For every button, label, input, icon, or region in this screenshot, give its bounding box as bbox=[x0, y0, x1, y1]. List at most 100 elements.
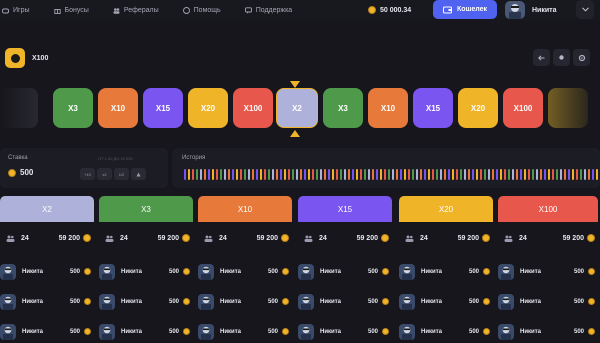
history-result bbox=[592, 169, 594, 180]
history-result bbox=[252, 169, 254, 180]
balance-display: 50 000.34 bbox=[368, 0, 411, 20]
users-icon bbox=[405, 235, 414, 242]
bet-amount: 500 bbox=[573, 298, 584, 305]
sound-button[interactable] bbox=[553, 49, 570, 66]
reel-tile: X10 bbox=[98, 88, 138, 128]
player-count: 24 bbox=[420, 234, 428, 242]
total-bet: 59 200 bbox=[157, 234, 179, 242]
user-profile[interactable]: Никита bbox=[505, 0, 557, 20]
bet-amount: 500 bbox=[367, 268, 378, 275]
place-bet-button[interactable]: X3 bbox=[99, 196, 193, 222]
place-bet-button[interactable]: X10 bbox=[198, 196, 292, 222]
column-stats: 24 59 200 bbox=[298, 227, 392, 249]
avatar bbox=[298, 323, 314, 340]
history-result bbox=[288, 169, 290, 180]
player-count: 24 bbox=[319, 234, 327, 242]
coin-icon bbox=[382, 298, 389, 305]
bet-row: Никита 500 bbox=[498, 290, 598, 313]
gear-icon bbox=[578, 54, 585, 61]
history-result bbox=[408, 169, 410, 180]
coin-icon bbox=[183, 328, 190, 335]
history-result bbox=[524, 169, 526, 180]
bet-amount: 500 bbox=[367, 298, 378, 305]
bet-range-hint: ОТ 1.00 ДО 20 000 bbox=[98, 156, 133, 161]
history-result bbox=[472, 169, 474, 180]
history-result bbox=[244, 169, 246, 180]
nav-item-1[interactable]: Бонусы bbox=[53, 7, 89, 14]
history-result bbox=[464, 169, 466, 180]
history-result bbox=[560, 169, 562, 180]
nav-item-0[interactable]: Игры bbox=[2, 7, 30, 14]
place-bet-button[interactable]: X100 bbox=[498, 196, 598, 222]
users-icon bbox=[105, 235, 114, 242]
history-result bbox=[348, 169, 350, 180]
coin-icon bbox=[83, 234, 91, 242]
history-result bbox=[512, 169, 514, 180]
player-count: 24 bbox=[519, 234, 527, 242]
history-result bbox=[312, 169, 314, 180]
avatar bbox=[505, 1, 525, 19]
nav-item-4[interactable]: Поддержка bbox=[244, 7, 292, 14]
settings-button[interactable] bbox=[573, 49, 590, 66]
nav-item-2[interactable]: Рефералы bbox=[113, 7, 159, 14]
bet-column-x20: X20 24 59 200 Никита 500 Никита 500 Никита 500 bbox=[399, 196, 493, 343]
coin-icon bbox=[84, 268, 91, 275]
history-result bbox=[272, 169, 274, 180]
bet-row: Никита 500 bbox=[198, 290, 292, 313]
nav-item-label: Рефералы bbox=[123, 6, 159, 14]
history-result bbox=[564, 169, 566, 180]
coin-icon bbox=[588, 328, 595, 335]
users-icon bbox=[504, 235, 513, 242]
coin-icon bbox=[282, 328, 289, 335]
coin-icon bbox=[483, 268, 490, 275]
user-menu-toggle[interactable] bbox=[576, 0, 594, 19]
column-stats: 24 59 200 bbox=[99, 227, 193, 249]
history-result bbox=[488, 169, 490, 180]
history-result bbox=[404, 169, 406, 180]
bet-amount: 500 bbox=[468, 298, 479, 305]
history-result bbox=[528, 169, 530, 180]
history-result bbox=[452, 169, 454, 180]
history-result bbox=[504, 169, 506, 180]
history-result bbox=[376, 169, 378, 180]
place-bet-button[interactable]: X20 bbox=[399, 196, 493, 222]
history-result bbox=[480, 169, 482, 180]
bet-input[interactable]: 500 bbox=[8, 168, 33, 177]
bet-row: Никита 500 bbox=[399, 260, 493, 283]
column-stats: 24 59 200 bbox=[0, 227, 94, 249]
avatar bbox=[99, 263, 115, 280]
username: Никита bbox=[532, 6, 557, 14]
wallet-button[interactable]: Кошелек bbox=[433, 0, 497, 19]
users-icon bbox=[304, 235, 313, 242]
bet-row: Никита 500 bbox=[498, 320, 598, 343]
avatar bbox=[0, 263, 16, 280]
bet-amount: 500 bbox=[69, 328, 80, 335]
history-result bbox=[344, 169, 346, 180]
history-result bbox=[536, 169, 538, 180]
coin-icon bbox=[483, 328, 490, 335]
bet-double-button[interactable]: x2 bbox=[97, 168, 112, 180]
history-result bbox=[276, 169, 278, 180]
help-icon bbox=[182, 6, 190, 14]
history-result bbox=[368, 169, 370, 180]
bet-half-button[interactable]: 1/2 bbox=[114, 168, 129, 180]
reel-tile: X20 bbox=[188, 88, 228, 128]
avatar bbox=[99, 293, 115, 310]
player-name: Никита bbox=[421, 298, 442, 305]
bet-column-x100: X100 24 59 200 Никита 500 Никита 500 Никита 500 bbox=[498, 196, 598, 343]
bet-amount: 500 bbox=[573, 268, 584, 275]
bet-max-button[interactable] bbox=[131, 168, 146, 180]
player-name: Никита bbox=[421, 328, 442, 335]
bet-plus10-button[interactable]: +10 bbox=[80, 168, 95, 180]
avatar bbox=[198, 293, 214, 310]
history-result bbox=[304, 169, 306, 180]
nav-item-3[interactable]: Помощь bbox=[182, 6, 221, 14]
history-result bbox=[184, 169, 186, 180]
history-result bbox=[396, 169, 398, 180]
place-bet-button[interactable]: X15 bbox=[298, 196, 392, 222]
place-bet-button[interactable]: X2 bbox=[0, 196, 94, 222]
back-button[interactable] bbox=[533, 49, 550, 66]
history-result bbox=[388, 169, 390, 180]
history-result bbox=[196, 169, 198, 180]
avatar bbox=[0, 293, 16, 310]
